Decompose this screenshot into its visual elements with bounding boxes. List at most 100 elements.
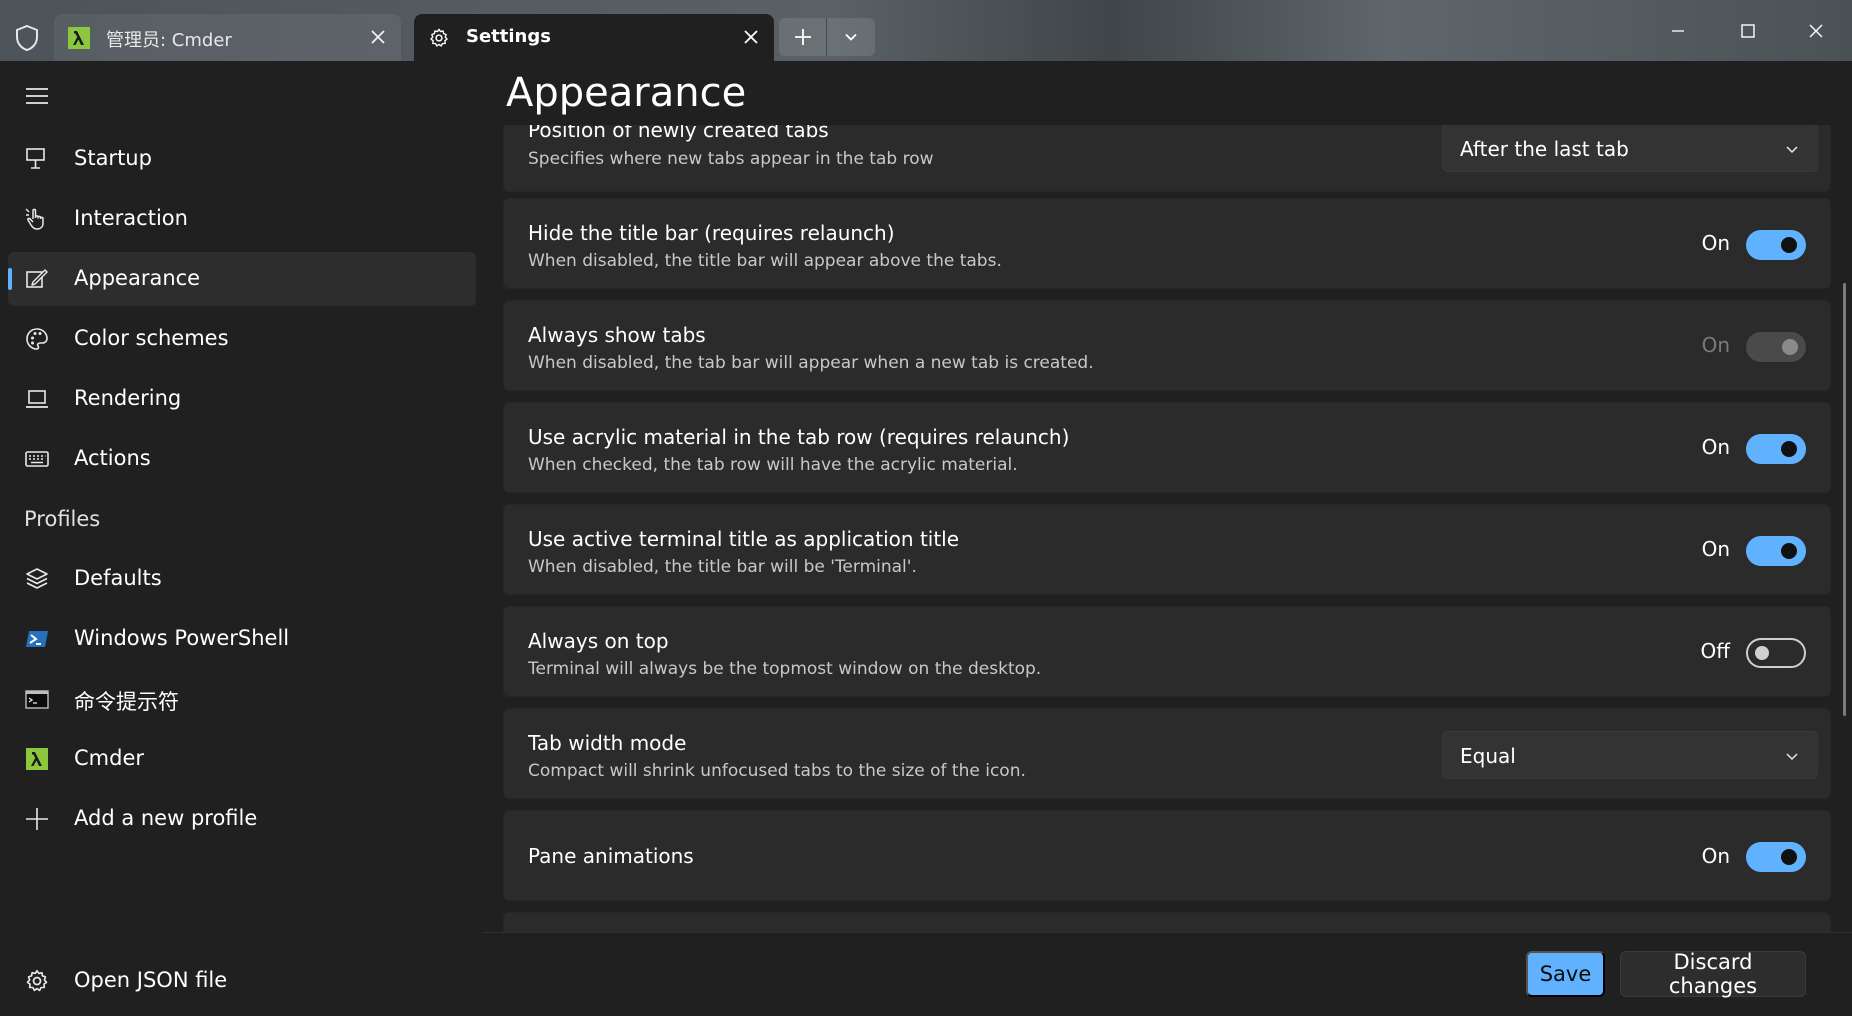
sidebar-item-label: Open JSON file [74,968,228,992]
new-tab-button[interactable] [779,18,827,56]
toggle-state-label: On [1701,435,1730,459]
sidebar-item-add-profile[interactable]: Add a new profile [8,792,476,846]
setting-tab-width-mode: Tab width mode Compact will shrink unfoc… [503,708,1831,799]
save-button[interactable]: Save [1526,951,1605,997]
sidebar-item-label: Interaction [74,206,188,230]
setting-description: Terminal will always be the topmost wind… [528,659,1042,679]
monitor-stand-icon [26,148,45,169]
setting-title: Use active terminal title as application… [528,527,960,551]
close-window-button[interactable] [1782,0,1850,61]
sidebar-item-cmder[interactable]: Cmder [8,732,476,786]
title-bar: 管理员: Cmder Settings [0,0,1852,61]
palette-icon [26,328,48,350]
close-icon[interactable] [742,28,760,46]
sidebar-item-startup[interactable]: Startup [8,132,476,186]
setting-active-terminal-title: Use active terminal title as application… [503,504,1831,595]
sidebar-item-windows-powershell[interactable]: Windows PowerShell [8,612,476,666]
terminal-window: 管理员: Cmder Settings Startup Interaction … [0,0,1852,1016]
new-tab-group [779,18,875,56]
pane-animations-toggle[interactable] [1746,842,1806,872]
sidebar-item-command-prompt[interactable]: 命令提示符 [8,672,476,726]
sidebar-item-appearance[interactable]: Appearance [8,252,476,306]
toggle-state-label: On [1701,333,1730,357]
shield-icon [16,24,38,52]
chevron-down-icon [1786,146,1798,154]
maximize-button[interactable] [1714,0,1782,61]
sidebar-item-label: 命令提示符 [74,690,179,714]
sidebar: Startup Interaction Appearance Color sch… [0,61,482,1016]
sidebar-item-actions[interactable]: Actions [8,432,476,486]
setting-description: When disabled, the tab bar will appear w… [528,353,1094,373]
sidebar-item-interaction[interactable]: Interaction [8,192,476,246]
sidebar-item-label: Cmder [74,746,145,770]
setting-description: Specifies where new tabs appear in the t… [528,149,934,169]
maximize-icon [1741,23,1755,38]
tab-width-mode-select[interactable]: Equal [1442,731,1818,779]
sidebar-item-label: Actions [74,446,151,470]
sidebar-item-open-json[interactable]: Open JSON file [8,954,476,1008]
footer-divider [482,932,1852,933]
profiles-header: Profiles [24,507,101,531]
discard-changes-button[interactable]: Discard changes [1620,950,1806,998]
keyboard-icon [25,451,49,467]
setting-partial-next [503,912,1831,933]
toggle-state-label: On [1701,844,1730,868]
sidebar-item-color-schemes[interactable]: Color schemes [8,312,476,366]
sidebar-item-label: Color schemes [74,326,229,350]
hand-pointer-icon [25,208,44,230]
layers-icon [26,568,48,589]
tab-settings[interactable]: Settings [414,14,774,61]
setting-acrylic-tab-row: Use acrylic material in the tab row (req… [503,402,1831,493]
toggle-state-label: On [1701,231,1730,255]
select-value: After the last tab [1460,137,1629,161]
chevron-down-icon [845,33,857,41]
tab-label: Settings [466,26,551,47]
close-icon[interactable] [369,28,387,46]
setting-title: Use acrylic material in the tab row (req… [528,425,1070,449]
active-terminal-title-toggle[interactable] [1746,536,1806,566]
minimize-icon [1672,29,1684,32]
always-show-tabs-toggle [1746,332,1806,362]
gear-icon [430,28,448,47]
new-tab-position-select[interactable]: After the last tab [1442,125,1818,172]
setting-title: Tab width mode [528,731,687,755]
chevron-down-icon [1786,753,1798,761]
setting-pane-animations: Pane animations On [503,810,1831,901]
setting-description: When disabled, the title bar will be 'Te… [528,557,917,577]
hide-title-bar-toggle[interactable] [1746,230,1806,260]
setting-title: Pane animations [528,844,694,868]
setting-description: When checked, the tab row will have the … [528,455,1018,475]
lambda-icon [26,748,48,770]
minimize-button[interactable] [1644,0,1712,61]
powershell-icon [26,631,48,647]
always-on-top-toggle[interactable] [1746,638,1806,668]
setting-new-tab-position: Position of newly created tabs Specifies… [503,125,1831,192]
acrylic-tab-row-toggle[interactable] [1746,434,1806,464]
setting-description: When disabled, the title bar will appear… [528,251,1002,271]
setting-title: Hide the title bar (requires relaunch) [528,221,895,245]
page-title: Appearance [506,70,747,116]
plus-icon [26,808,48,830]
setting-title: Always on top [528,629,669,653]
setting-hide-title-bar: Hide the title bar (requires relaunch) W… [503,198,1831,289]
scrollbar[interactable] [1843,283,1846,716]
lambda-icon [68,27,90,49]
sidebar-item-defaults[interactable]: Defaults [8,552,476,606]
cmd-icon [25,690,49,709]
setting-always-show-tabs: Always show tabs When disabled, the tab … [503,300,1831,391]
toggle-state-label: On [1701,537,1730,561]
close-icon [1809,24,1823,37]
sidebar-item-rendering[interactable]: Rendering [8,372,476,426]
sidebar-item-label: Defaults [74,566,162,590]
toggle-state-label: Off [1700,639,1730,663]
sidebar-item-label: Appearance [74,266,201,290]
laptop-icon [26,390,48,408]
sidebar-item-label: Rendering [74,386,182,410]
new-tab-dropdown-button[interactable] [827,18,875,56]
sidebar-item-label: Add a new profile [74,806,258,830]
tab-cmder[interactable]: 管理员: Cmder [54,14,401,61]
setting-title: Position of newly created tabs [528,125,829,142]
hamburger-menu-icon[interactable] [24,85,50,107]
tab-label: 管理员: Cmder [106,30,232,51]
settings-scroll-area[interactable]: Position of newly created tabs Specifies… [482,125,1852,933]
